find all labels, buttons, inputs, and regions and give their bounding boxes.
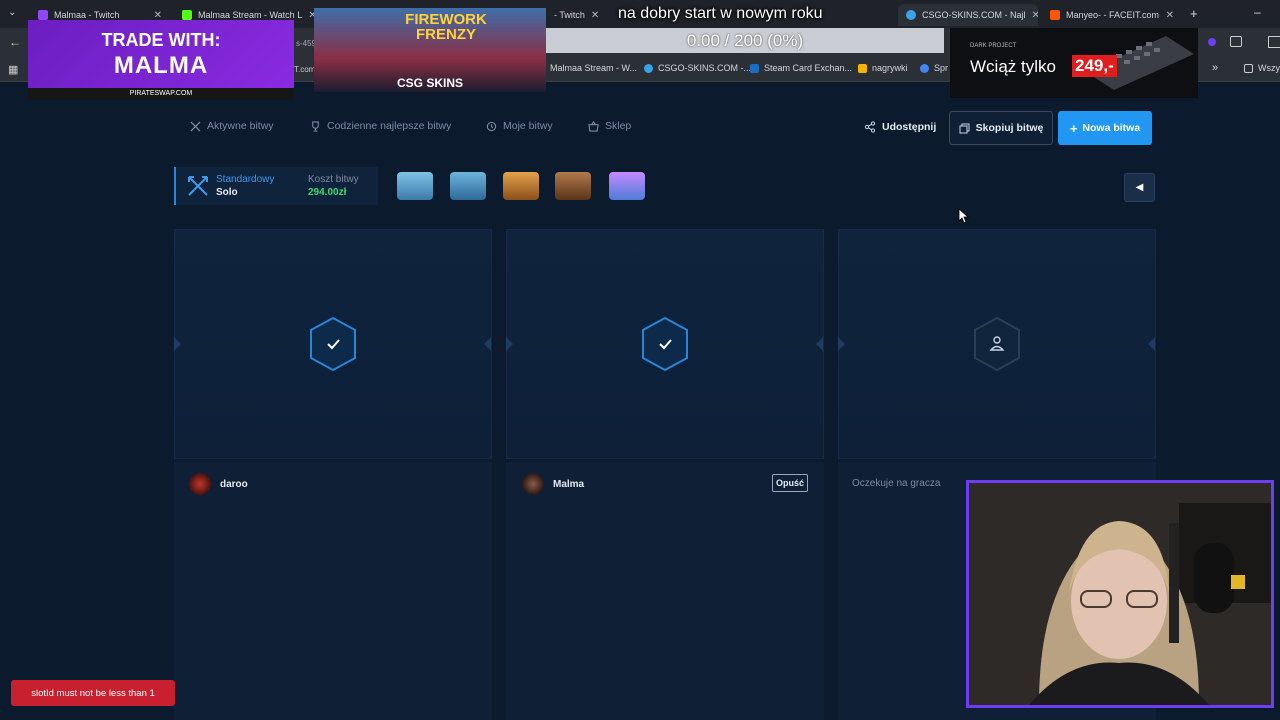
game-ad-title: FIREWORK FRENZY <box>405 11 487 43</box>
basket-icon <box>588 120 599 132</box>
slot-1-items <box>174 462 492 720</box>
bookmarks-more-button[interactable]: » <box>1212 62 1218 74</box>
bookmark-steam-card[interactable]: Steam Card Exchan... <box>750 63 852 73</box>
case-1[interactable] <box>397 172 433 200</box>
case-2[interactable] <box>450 172 486 200</box>
cast-icon[interactable] <box>1230 36 1242 47</box>
tab-twitch-2[interactable]: - Twitch ✕ <box>546 4 606 26</box>
stream-marquee: na dobry start w nowym roku <box>618 5 823 22</box>
slot-2-right-arrow <box>816 337 823 351</box>
tab-csgo-skins[interactable]: CSGO-SKINS.COM - Najl ✕ <box>898 4 1038 26</box>
share-button[interactable]: Udostępnij <box>864 121 936 133</box>
donation-goal-text: 0.00 / 200 (0%) <box>686 31 804 50</box>
trade-ad-site: PIRATESWAP.COM <box>28 88 294 100</box>
case-4[interactable] <box>555 172 591 200</box>
share-icon <box>864 121 876 133</box>
leave-button[interactable]: Opuść <box>772 474 808 492</box>
crossed-swords-icon <box>188 176 208 196</box>
player-malma[interactable]: Malma <box>522 473 584 495</box>
nav-daily-best[interactable]: Codzienne najlepsze bitwy <box>310 120 451 132</box>
csgo-skins-icon <box>644 63 653 73</box>
streamer-webcam-image <box>969 483 1271 705</box>
tab-faceit[interactable]: Manyeo- - FACEIT.com ✕ <box>1042 4 1182 26</box>
nav-shop[interactable]: Sklep <box>588 120 631 132</box>
url-fragment-2: T.com <box>294 65 316 74</box>
slot-3-left-arrow <box>838 337 845 351</box>
new-battle-button[interactable]: + Nowa bitwa <box>1058 111 1152 145</box>
avatar <box>189 473 211 495</box>
twitch-icon <box>38 10 48 20</box>
slot-1-right-arrow <box>484 337 491 351</box>
nav-my-battles[interactable]: Moje bitwy <box>486 120 553 132</box>
battle-type: Solo <box>216 187 238 198</box>
waiting-status: Oczekuje na gracza <box>852 478 941 489</box>
minimize-button[interactable]: – <box>1254 5 1261 19</box>
battle-cost-value: 294.00zł <box>308 187 347 198</box>
user-placeholder-icon <box>974 316 1020 372</box>
steam-card-icon <box>750 63 759 73</box>
promo-text: Wciąż tylko <box>970 57 1056 76</box>
csgo-skins-icon <box>906 10 916 20</box>
close-icon[interactable]: ✕ <box>591 10 599 21</box>
copy-icon <box>959 123 970 133</box>
close-icon[interactable]: ✕ <box>1166 10 1174 21</box>
apps-grid-icon[interactable]: ▦ <box>8 63 18 76</box>
case-5[interactable] <box>609 172 645 200</box>
trophy-icon <box>312 120 319 132</box>
copy-battle-button[interactable]: Skopiuj bitwę <box>949 111 1053 145</box>
slot-1-left-arrow <box>174 337 181 351</box>
webcam-overlay <box>966 480 1274 708</box>
url-fragment[interactable]: s-459 <box>296 39 316 48</box>
promo-price: 249,- <box>1072 55 1117 77</box>
folder-icon <box>1244 63 1253 73</box>
bookmark-spr[interactable]: Spr <box>920 63 948 73</box>
player-daroo[interactable]: daroo <box>189 473 248 495</box>
case-3[interactable] <box>503 172 539 200</box>
promo-brand: DARK PROJECT <box>970 43 1017 49</box>
nav-active-battles[interactable]: Aktywne bitwy <box>190 120 274 132</box>
battle-cost-label: Koszt bitwy <box>308 174 359 185</box>
plus-icon: + <box>1069 120 1078 136</box>
caret-left-icon: ◀ <box>1135 182 1144 193</box>
trade-ad-name: MALMA <box>113 52 209 79</box>
close-icon[interactable]: ✕ <box>1032 10 1038 21</box>
menu-icon[interactable] <box>1268 36 1280 48</box>
bookmark-kick[interactable]: Malmaa Stream - W... <box>550 63 637 73</box>
ready-check-icon <box>642 316 688 372</box>
bookmark-nagrywki[interactable]: nagrywki <box>858 63 908 73</box>
battle-mode: Standardowy <box>216 174 275 185</box>
bookmark-csgo-skins[interactable]: CSGO-SKINS.COM -... <box>644 63 751 73</box>
slot-1 <box>174 229 492 459</box>
error-toast[interactable]: slotId must not be less than 1 <box>11 680 175 706</box>
back-arrow-icon[interactable]: ← <box>9 35 21 49</box>
slot-2-left-arrow <box>506 337 513 351</box>
history-icon <box>486 121 497 131</box>
drive-icon <box>858 63 867 73</box>
avatar <box>522 473 544 495</box>
close-icon[interactable]: ✕ <box>154 10 162 21</box>
game-ad-brand: CSG SKINS <box>396 76 463 90</box>
trade-ad-title: TRADE WITH: <box>101 30 221 50</box>
mouse-cursor-icon <box>958 208 970 224</box>
new-tab-button[interactable]: + <box>1190 6 1198 21</box>
faceit-icon <box>1050 10 1060 20</box>
collapse-button[interactable]: ◀ <box>1124 173 1155 202</box>
kick-icon <box>182 10 192 20</box>
slot-2-items <box>506 462 824 720</box>
tab-list-chevron-icon[interactable]: ⌄ <box>8 7 16 18</box>
slot-2 <box>506 229 824 459</box>
google-icon <box>920 63 929 73</box>
swords-icon <box>190 120 201 132</box>
extension-icon[interactable] <box>1208 38 1216 46</box>
slot-3[interactable] <box>838 229 1156 459</box>
slot-3-right-arrow <box>1148 337 1155 351</box>
ready-check-icon <box>310 316 356 372</box>
bookmark-folder[interactable]: Wszy <box>1244 63 1280 73</box>
